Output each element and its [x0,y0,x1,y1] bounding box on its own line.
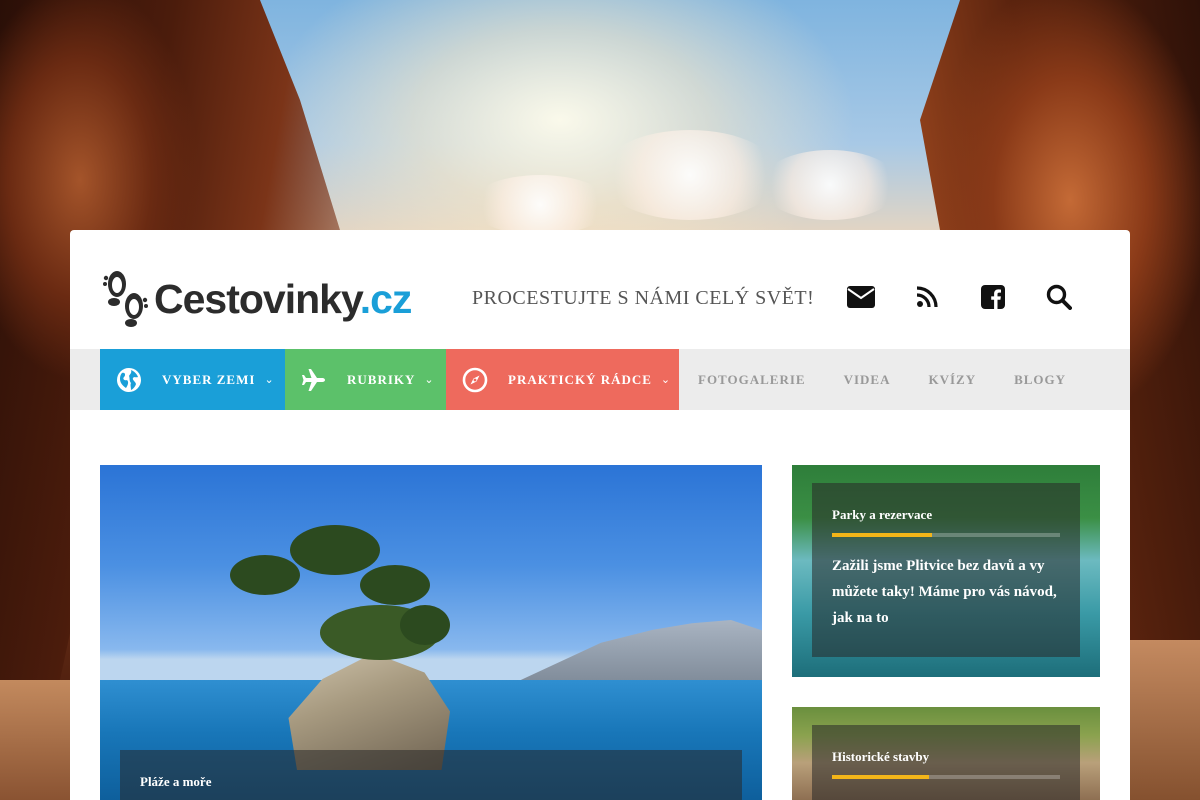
category-underline [832,533,1060,537]
facebook-icon[interactable] [960,282,1026,312]
site-tagline: PROCESTUJTE S NÁMI CELÝ SVĚT! [472,287,815,309]
site-header: Cestovinky.cz PROCESTUJTE S NÁMI CELÝ SV… [70,230,1130,349]
featured-article[interactable]: Pláže a moře [100,465,762,800]
background-cloud [760,150,900,220]
envelope-icon[interactable] [828,282,894,312]
compass-icon [462,367,488,393]
nav-item-kvizy[interactable]: KVÍZY [909,349,995,410]
hero-image-tree [400,605,450,645]
background-cloud [600,130,780,220]
nav-item-rubriky[interactable]: RUBRIKY ⌄ [285,349,446,410]
featured-article-category[interactable]: Pláže a moře [140,774,722,790]
background-sand [1120,640,1200,800]
side-article-category[interactable]: Historické stavby [832,749,1060,765]
background-cloud [470,175,610,235]
main-navigation: VYBER ZEMI ⌄ RUBRIKY ⌄ PRAKTICKÝ RÁDCE ⌄ FO… [70,349,1130,410]
background-sand [0,680,80,800]
featured-article-caption: Pláže a moře [120,750,742,800]
nav-item-prakticky-radce[interactable]: PRAKTICKÝ RÁDCE ⌄ [446,349,679,410]
chevron-down-icon: ⌄ [424,374,435,386]
nav-item-fotogalerie[interactable]: FOTOGALERIE [679,349,825,410]
globe-icon [116,367,142,393]
side-article-overlay: Parky a rezervace Zažili jsme Plitvice b… [812,483,1080,657]
hero-image-tree [290,525,380,575]
hero-image-tree [360,565,430,605]
chevron-down-icon: ⌄ [660,374,672,386]
nav-item-vyber-zemi[interactable]: VYBER ZEMI ⌄ [100,349,285,410]
plane-icon [301,367,327,393]
side-article-card[interactable]: Historické stavby [792,707,1100,800]
side-article-title[interactable]: Zažili jsme Plitvice bez davů a vy můžet… [832,553,1060,631]
category-underline [832,775,1060,779]
nav-item-videa[interactable]: VIDEA [825,349,910,410]
side-article-overlay: Historické stavby [812,725,1080,800]
side-article-category[interactable]: Parky a rezervace [832,507,1060,523]
logo-text: Cestovinky.cz [154,275,412,322]
search-icon[interactable] [1026,282,1092,312]
chevron-down-icon: ⌄ [264,374,275,386]
page-container: Cestovinky.cz PROCESTUJTE S NÁMI CELÝ SV… [70,230,1130,800]
hero-image-mountains [510,620,762,685]
nav-item-blogy[interactable]: BLOGY [995,349,1085,410]
site-logo[interactable]: Cestovinky.cz [100,270,412,328]
side-article-card[interactable]: Parky a rezervace Zažili jsme Plitvice b… [792,465,1100,677]
footprints-icon [100,270,150,328]
header-icons [828,282,1092,312]
rss-icon[interactable] [894,282,960,312]
hero-image-tree [230,555,300,595]
